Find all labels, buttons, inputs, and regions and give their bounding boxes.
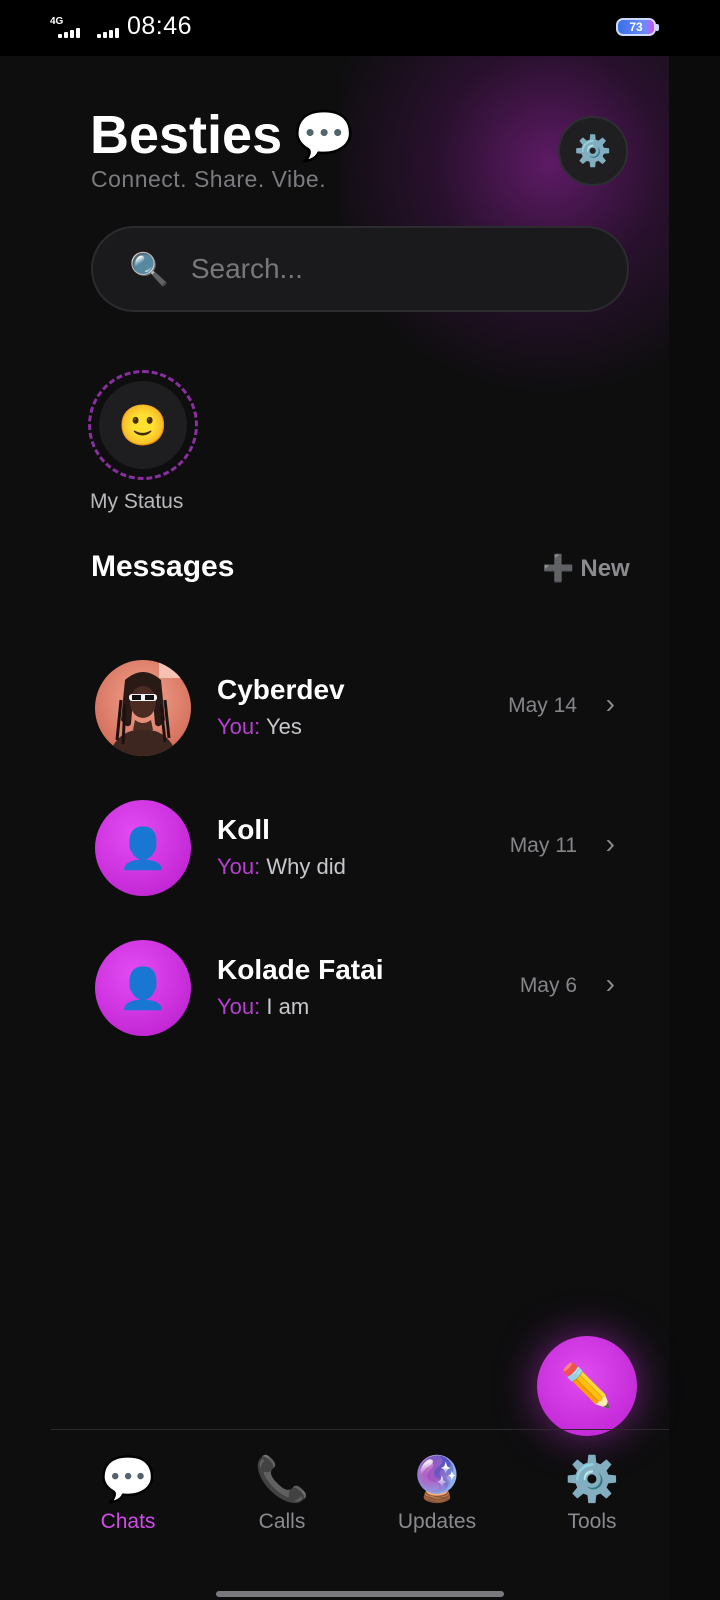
clock: 08:46	[127, 12, 193, 40]
person-icon: 👤	[118, 966, 168, 1011]
phone-icon: 📞	[254, 1455, 310, 1504]
chevron-right-icon: ›	[605, 828, 615, 859]
messages-heading: Messages	[91, 550, 235, 583]
chat-preview: You: Why did	[217, 854, 346, 880]
search-icon: 🔍	[129, 251, 169, 287]
avatar	[95, 660, 191, 756]
new-label: New	[580, 554, 630, 582]
last-message: Why did	[266, 854, 346, 879]
chat-list-item[interactable]: Cyberdev You: Yes May 14 ›	[95, 660, 635, 756]
chevron-right-icon: ›	[605, 688, 615, 719]
search-input[interactable]	[188, 252, 573, 286]
nav-divider	[51, 1429, 669, 1430]
status-bar: 4G 08:46 73	[0, 0, 720, 56]
chat-date: May 14	[508, 694, 577, 717]
chat-name: Kolade Fatai	[217, 954, 384, 985]
battery-icon: 73	[616, 18, 659, 36]
gear-icon: ⚙️	[574, 134, 612, 168]
chat-preview: You: Yes	[217, 714, 302, 740]
network-type: 4G	[50, 16, 64, 27]
home-indicator[interactable]	[216, 1591, 504, 1597]
crystal-ball-icon: 🔮	[409, 1455, 465, 1504]
chat-bubble-icon: 💬	[100, 1455, 156, 1504]
profile-photo	[109, 662, 181, 756]
chat-date: May 6	[519, 974, 577, 997]
you-prefix: You:	[217, 854, 261, 879]
you-prefix: You:	[217, 714, 261, 739]
speech-bubble-icon: 💬	[294, 109, 354, 163]
search-bar[interactable]: 🔍	[91, 226, 629, 312]
chat-list-item[interactable]: 👤 Koll You: Why did May 11 ›	[95, 800, 635, 896]
tagline: Connect. Share. Vibe.	[91, 166, 327, 192]
chat-name: Cyberdev	[217, 674, 345, 705]
battery-level: 73	[629, 20, 643, 34]
page-title: Besties 💬	[90, 104, 354, 166]
signal-bars-icon	[97, 28, 119, 38]
chat-preview: You: I am	[217, 994, 309, 1020]
app-title: Besties	[90, 105, 283, 165]
tab-updates[interactable]: 🔮 Updates	[372, 1454, 502, 1534]
tab-tools[interactable]: ⚙️ Tools	[527, 1454, 657, 1534]
chat-name: Koll	[217, 814, 270, 845]
compose-button[interactable]: ✏️	[537, 1336, 637, 1436]
tab-label: Tools	[567, 1510, 617, 1533]
avatar: 👤	[95, 800, 191, 896]
plus-icon: ➕	[542, 553, 575, 583]
smiley-icon: 🙂	[99, 381, 187, 469]
last-message: I am	[266, 994, 310, 1019]
tab-calls[interactable]: 📞 Calls	[217, 1454, 347, 1534]
new-chat-button[interactable]: ➕ New	[542, 553, 630, 584]
tab-chats[interactable]: 💬 Chats	[63, 1454, 193, 1534]
gear-icon: ⚙️	[564, 1455, 620, 1504]
chat-date: May 11	[509, 834, 577, 857]
side-strip	[669, 56, 720, 1600]
you-prefix: You:	[217, 994, 261, 1019]
chevron-right-icon: ›	[605, 968, 615, 999]
chat-list-item[interactable]: 👤 Kolade Fatai You: I am May 6 ›	[95, 940, 635, 1036]
person-icon: 👤	[118, 826, 168, 871]
tab-label: Chats	[100, 1510, 156, 1533]
tab-label: Updates	[397, 1510, 477, 1533]
avatar: 👤	[95, 940, 191, 1036]
cellular-signal-icon: 4G	[48, 14, 84, 40]
settings-button[interactable]: ⚙️	[558, 116, 628, 186]
my-status-label: My Status	[90, 490, 184, 513]
last-message: Yes	[265, 714, 302, 739]
tab-label: Calls	[258, 1510, 306, 1533]
my-status-avatar[interactable]: 🙂	[88, 370, 198, 480]
app-screen: 4G 08:46 73 Besties 💬 Connect. Share. Vi…	[0, 0, 720, 1600]
pencil-icon: ✏️	[560, 1361, 614, 1409]
